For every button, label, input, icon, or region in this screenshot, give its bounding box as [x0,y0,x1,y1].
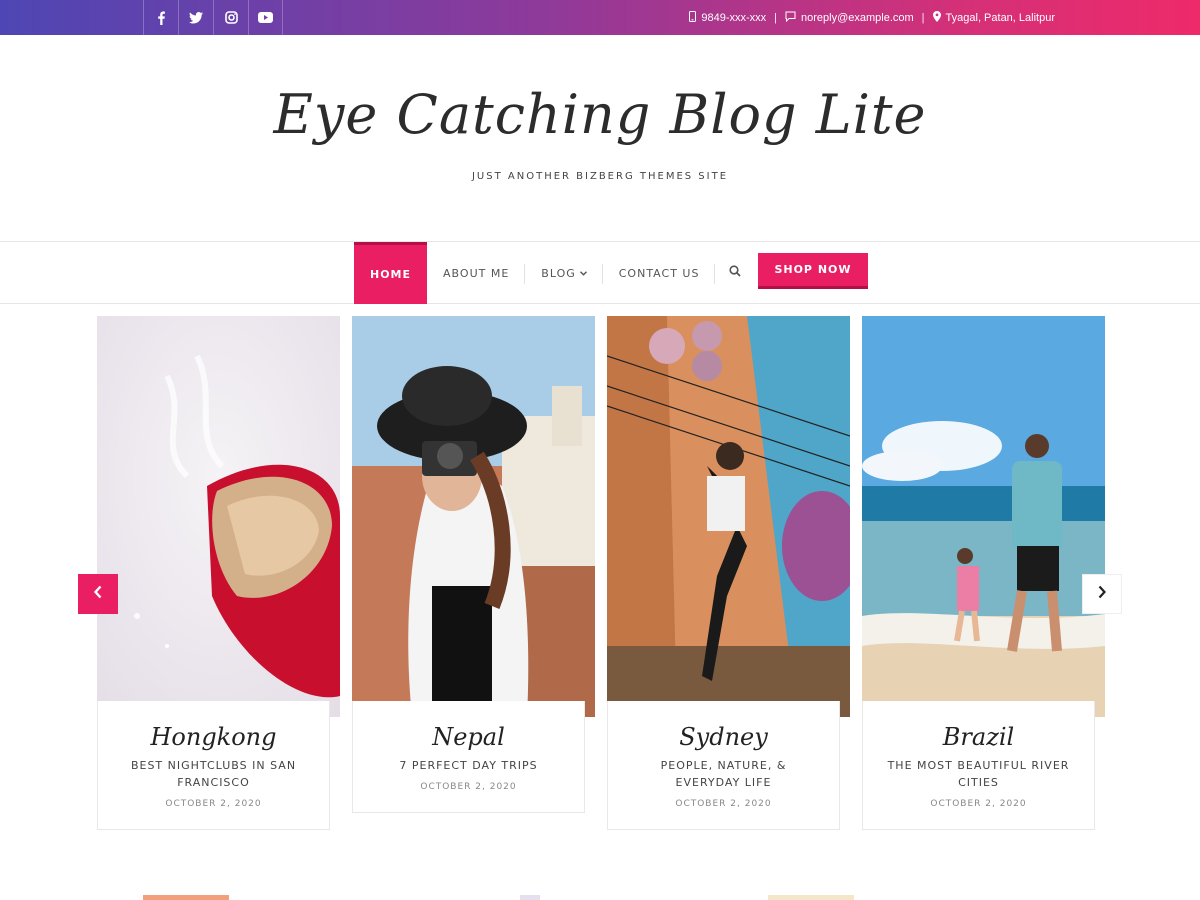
search-icon [729,264,742,282]
card-info: Sydney PEOPLE, NATURE, & EVERYDAY LIFE O… [607,701,840,830]
card-date: OCTOBER 2, 2020 [165,799,262,809]
card-image[interactable] [97,316,340,717]
email-text[interactable]: noreply@example.com [801,12,914,24]
card-image[interactable] [352,316,595,717]
card-title[interactable]: PEOPLE, NATURE, & EVERYDAY LIFE [629,757,819,791]
shop-now-button[interactable]: SHOP NOW [758,253,868,289]
top-bar: 9849-xxx-xxx | noreply@example.com | Tya… [0,0,1200,35]
main-navigation: HOME ABOUT ME BLOG CONTACT US SHOP NOW [0,241,1200,304]
instagram-icon[interactable] [213,0,248,35]
slider-next-button[interactable] [1082,574,1122,614]
card-place[interactable]: Brazil [863,723,1094,751]
nav-item-label: ABOUT ME [443,266,510,280]
phone-icon [689,10,697,25]
address-text: Tyagal, Patan, Lalitpur [945,11,1055,24]
card-info: Brazil THE MOST BEAUTIFUL RIVER CITIES O… [862,701,1095,830]
card-title[interactable]: BEST NIGHTCLUBS IN SAN FRANCISCO [119,757,309,791]
card-place[interactable]: Sydney [608,723,839,751]
card-date: OCTOBER 2, 2020 [675,799,772,809]
card-date: OCTOBER 2, 2020 [930,799,1027,809]
card-title[interactable]: 7 PERFECT DAY TRIPS [374,757,564,774]
search-button[interactable] [717,242,753,304]
slider-card[interactable]: Brazil THE MOST BEAUTIFUL RIVER CITIES O… [862,316,1105,832]
site-header: Eye Catching Blog Lite JUST ANOTHER BIZB… [0,35,1200,241]
address-info: Tyagal, Patan, Lalitpur [932,10,1055,25]
phone-info: 9849-xxx-xxx [689,10,766,25]
card-image[interactable] [607,316,850,717]
youtube-icon[interactable] [248,0,283,35]
slider-prev-button[interactable] [78,574,118,614]
facebook-icon[interactable] [143,0,178,35]
post-thumbnail[interactable] [143,895,229,900]
nav-item-label: CONTACT US [618,266,700,280]
contact-info: 9849-xxx-xxx | noreply@example.com | Tya… [689,0,1055,35]
separator: | [921,11,925,24]
card-info: Nepal 7 PERFECT DAY TRIPS OCTOBER 2, 202… [352,701,585,813]
slider-card[interactable]: Sydney PEOPLE, NATURE, & EVERYDAY LIFE O… [607,316,850,832]
chevron-right-icon [1097,585,1107,604]
featured-slider: Hongkong BEST NIGHTCLUBS IN SAN FRANCISC… [0,316,1200,836]
nav-item-blog[interactable]: BLOG [525,242,603,304]
site-tagline: JUST ANOTHER BIZBERG THEMES SITE [471,171,729,182]
email-info: noreply@example.com [785,11,914,25]
card-image[interactable] [862,316,1105,717]
nav-item-contact-us[interactable]: CONTACT US [603,242,716,304]
message-icon [785,11,796,25]
phone-text[interactable]: 9849-xxx-xxx [701,12,766,24]
slider-card[interactable]: Nepal 7 PERFECT DAY TRIPS OCTOBER 2, 202… [352,316,595,832]
chevron-down-icon [579,269,587,278]
nav-item-label: BLOG [541,266,576,280]
card-date: OCTOBER 2, 2020 [420,782,517,792]
site-title[interactable]: Eye Catching Blog Lite [0,83,1200,146]
card-title[interactable]: THE MOST BEAUTIFUL RIVER CITIES [884,757,1074,791]
chevron-left-icon [93,585,103,604]
post-thumbnail[interactable] [520,895,540,900]
card-info: Hongkong BEST NIGHTCLUBS IN SAN FRANCISC… [97,701,330,830]
nav-item-home[interactable]: HOME [354,242,428,304]
slider-card[interactable]: Hongkong BEST NIGHTCLUBS IN SAN FRANCISC… [97,316,340,832]
card-place[interactable]: Hongkong [98,723,329,751]
map-pin-icon [932,10,941,25]
separator: | [774,11,777,24]
twitter-icon[interactable] [178,0,213,35]
nav-item-about-me[interactable]: ABOUT ME [427,242,526,304]
card-place[interactable]: Nepal [353,723,584,751]
social-links [143,0,283,35]
nav-item-label: HOME [370,268,412,281]
post-thumbnail[interactable] [768,895,854,900]
